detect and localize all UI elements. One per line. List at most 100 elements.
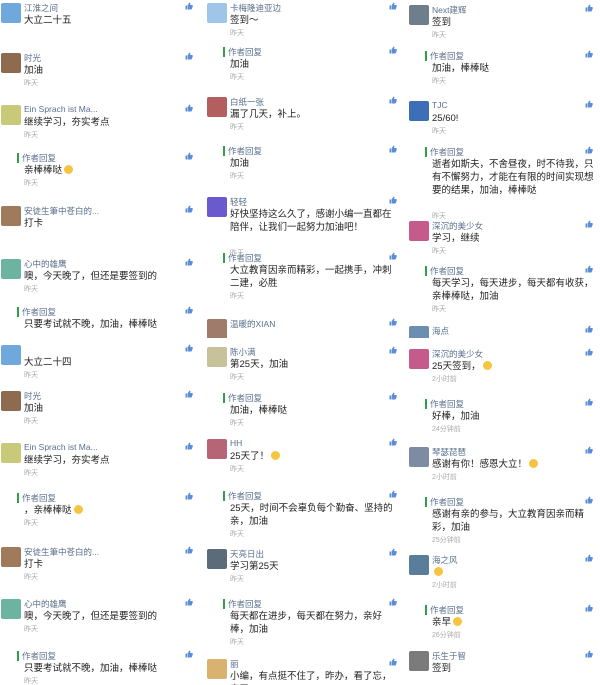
like-icon[interactable] xyxy=(389,46,397,54)
like-icon[interactable] xyxy=(185,598,193,606)
avatar[interactable] xyxy=(1,599,21,619)
like-icon[interactable] xyxy=(389,658,397,666)
username[interactable]: 天亮日出 xyxy=(230,548,264,560)
like-icon[interactable] xyxy=(389,2,397,10)
avatar[interactable] xyxy=(207,197,227,217)
avatar[interactable] xyxy=(1,206,21,226)
avatar[interactable] xyxy=(409,326,429,338)
username[interactable]: 海点 xyxy=(432,325,449,337)
like-icon[interactable] xyxy=(185,152,193,160)
avatar[interactable] xyxy=(409,5,429,25)
avatar[interactable] xyxy=(409,101,429,121)
like-icon[interactable] xyxy=(389,392,397,400)
like-icon[interactable] xyxy=(585,604,593,612)
avatar[interactable] xyxy=(1,3,21,23)
avatar[interactable] xyxy=(409,651,429,671)
reply-label: 作者回复 xyxy=(22,153,57,163)
avatar[interactable] xyxy=(1,259,21,279)
username[interactable]: 安徒生筆中苍白的... xyxy=(24,546,99,558)
like-icon[interactable] xyxy=(185,52,193,60)
avatar[interactable] xyxy=(207,659,227,679)
like-icon[interactable] xyxy=(585,348,593,356)
avatar[interactable] xyxy=(409,349,429,369)
like-icon[interactable] xyxy=(389,490,397,498)
username[interactable]: 心中的雄鹰 xyxy=(24,598,67,610)
like-icon[interactable] xyxy=(585,265,593,273)
like-icon[interactable] xyxy=(389,598,397,606)
like-icon[interactable] xyxy=(185,306,193,314)
like-icon[interactable] xyxy=(389,438,397,446)
like-icon[interactable] xyxy=(389,145,397,153)
like-icon[interactable] xyxy=(185,492,193,500)
like-icon[interactable] xyxy=(185,442,193,450)
like-icon[interactable] xyxy=(585,325,593,333)
like-icon[interactable] xyxy=(389,318,397,326)
like-icon[interactable] xyxy=(585,220,593,228)
reply-marker xyxy=(223,491,225,501)
avatar[interactable] xyxy=(207,439,227,459)
comment-body: 每天都在进步，每天都在努力，亲好棒，加油 xyxy=(230,611,383,635)
like-icon[interactable] xyxy=(585,146,593,154)
username[interactable]: HH xyxy=(230,438,242,448)
username[interactable]: 时光 xyxy=(24,390,41,402)
avatar[interactable] xyxy=(207,347,227,367)
avatar[interactable] xyxy=(1,53,21,73)
avatar[interactable] xyxy=(1,391,21,411)
avatar[interactable] xyxy=(1,105,21,125)
like-icon[interactable] xyxy=(389,96,397,104)
username[interactable]: 丽 xyxy=(230,658,239,670)
username[interactable]: TJC xyxy=(432,100,448,110)
username[interactable]: 乐生于智 xyxy=(432,650,466,662)
emoji-icon xyxy=(64,165,74,174)
like-icon[interactable] xyxy=(585,100,593,108)
like-icon[interactable] xyxy=(185,344,193,352)
like-icon[interactable] xyxy=(185,546,193,554)
like-icon[interactable] xyxy=(185,650,193,658)
username[interactable]: 深沉的美少女 xyxy=(432,348,483,360)
username[interactable]: 江淮之间 xyxy=(24,2,58,14)
like-icon[interactable] xyxy=(585,50,593,58)
timestamp: 昨天 xyxy=(24,180,38,187)
reply-marker xyxy=(223,393,225,403)
avatar[interactable] xyxy=(409,447,429,467)
username[interactable]: 时光 xyxy=(24,52,41,64)
username[interactable]: 心中的雄鹰 xyxy=(24,258,67,270)
comment-text: 加油，棒棒哒 xyxy=(432,62,596,75)
like-icon[interactable] xyxy=(585,398,593,406)
username[interactable]: 海之风 xyxy=(432,554,458,566)
avatar[interactable] xyxy=(1,345,21,365)
like-icon[interactable] xyxy=(185,2,193,10)
like-icon[interactable] xyxy=(585,554,593,562)
username[interactable]: 轻轻 xyxy=(230,196,247,208)
like-icon[interactable] xyxy=(185,390,193,398)
avatar[interactable] xyxy=(1,547,21,567)
avatar[interactable] xyxy=(409,555,429,575)
username[interactable]: 安徒生筆中苍白的... xyxy=(24,205,99,217)
avatar[interactable] xyxy=(1,443,21,463)
like-icon[interactable] xyxy=(389,196,397,204)
username[interactable]: Ein Sprach ist Ma... xyxy=(24,442,98,452)
avatar[interactable] xyxy=(207,549,227,569)
like-icon[interactable] xyxy=(389,548,397,556)
username[interactable]: Next建辉 xyxy=(432,4,466,16)
like-icon[interactable] xyxy=(585,650,593,658)
username[interactable]: 琴瑟琵琶 xyxy=(432,446,466,458)
avatar[interactable] xyxy=(207,3,227,23)
username[interactable]: 陈小满 xyxy=(230,346,256,358)
like-icon[interactable] xyxy=(185,104,193,112)
username[interactable]: 温暖的XIAN xyxy=(230,318,275,330)
like-icon[interactable] xyxy=(389,252,397,260)
like-icon[interactable] xyxy=(185,205,193,213)
username[interactable]: Ein Sprach ist Ma... xyxy=(24,104,98,114)
username[interactable]: 白纸一张 xyxy=(230,96,264,108)
avatar[interactable] xyxy=(207,97,227,117)
username[interactable]: 卡梅隆迪亚边 xyxy=(230,2,281,14)
avatar[interactable] xyxy=(207,319,227,338)
like-icon[interactable] xyxy=(185,258,193,266)
avatar[interactable] xyxy=(409,221,429,241)
like-icon[interactable] xyxy=(585,496,593,504)
like-icon[interactable] xyxy=(585,446,593,454)
username[interactable]: 深沉的美少女 xyxy=(432,220,483,232)
like-icon[interactable] xyxy=(585,4,593,12)
like-icon[interactable] xyxy=(389,346,397,354)
